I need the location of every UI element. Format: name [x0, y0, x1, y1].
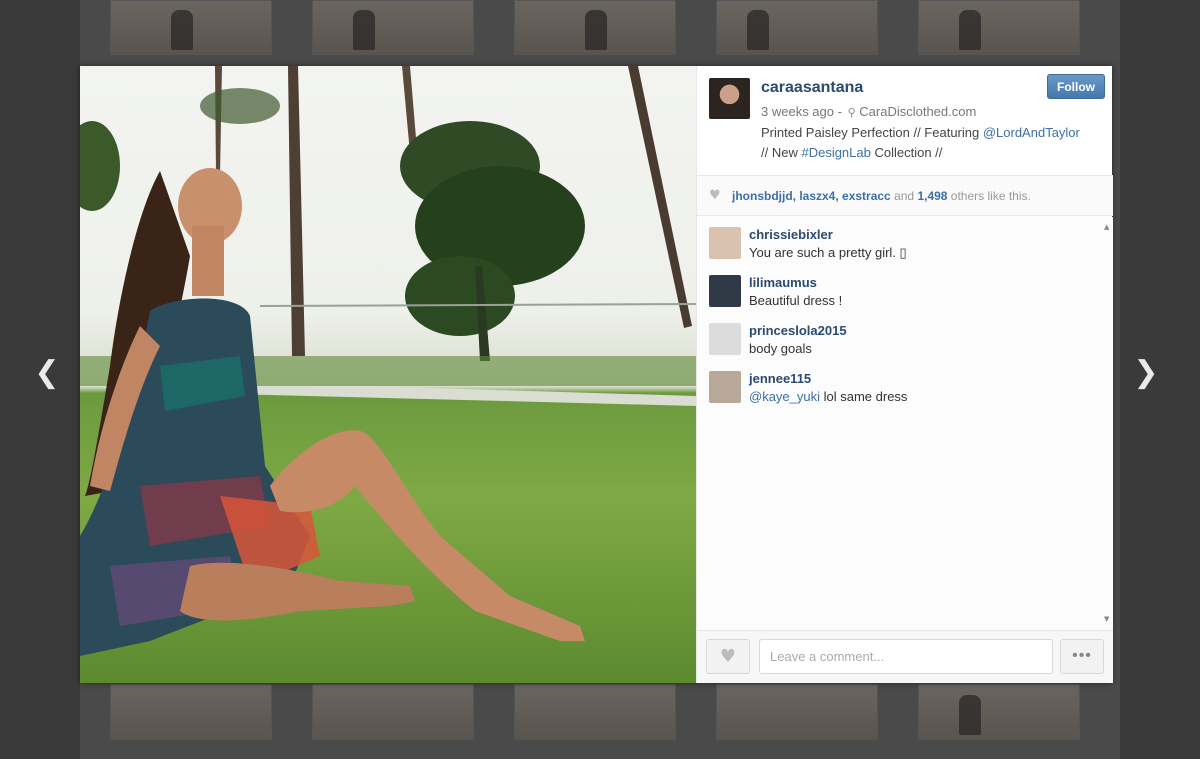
- gallery-thumbnail[interactable]: [312, 684, 474, 740]
- gallery-thumbnail[interactable]: [514, 0, 676, 55]
- caption-mention[interactable]: @LordAndTaylor: [983, 125, 1080, 140]
- post-meta: 3 weeks ago - ⚲ CaraDisclothed.com: [761, 104, 976, 119]
- likes-and: and: [890, 189, 918, 203]
- heart-icon: ♥: [709, 188, 721, 203]
- avatar[interactable]: [709, 227, 741, 259]
- gallery-thumbnail[interactable]: [514, 684, 676, 740]
- comment-text: body goals: [749, 341, 812, 356]
- scroll-up-icon[interactable]: ▲: [1104, 223, 1109, 231]
- post-header: caraasantana 3 weeks ago - ⚲ CaraDisclot…: [697, 66, 1113, 176]
- follow-button[interactable]: Follow: [1047, 74, 1105, 99]
- chevron-right-icon[interactable]: ❯: [1131, 356, 1161, 390]
- likes-users[interactable]: jhonsbdjjd, laszx4, exstracc: [732, 189, 891, 203]
- list-item: princeslola2015 body goals: [709, 323, 1089, 367]
- caption-hashtag[interactable]: #DesignLab: [801, 145, 870, 160]
- comment-mention[interactable]: @kaye_yuki: [749, 389, 820, 404]
- caption-text: Printed Paisley Perfection // Featuring: [761, 125, 983, 140]
- comment-text: You are such a pretty girl. ▯: [749, 245, 907, 260]
- avatar[interactable]: [709, 78, 750, 119]
- scroll-down-icon[interactable]: ▼: [1104, 615, 1109, 623]
- avatar[interactable]: [709, 323, 741, 355]
- post-location[interactable]: CaraDisclothed.com: [859, 104, 976, 119]
- caption-text: Collection //: [870, 145, 943, 160]
- gallery-thumbnail[interactable]: [312, 0, 474, 55]
- meta-separator: -: [837, 104, 846, 119]
- post-username[interactable]: caraasantana: [761, 79, 863, 97]
- more-options-button[interactable]: •••: [1060, 639, 1104, 674]
- post-modal: caraasantana 3 weeks ago - ⚲ CaraDisclot…: [80, 66, 1113, 683]
- post-time: 3 weeks ago: [761, 104, 834, 119]
- comments-scrollbar[interactable]: ▲ ▼: [1104, 223, 1110, 623]
- comment-body: lol same dress: [820, 389, 908, 404]
- likes-bar: ♥ jhonsbdjjd, laszx4, exstracc and 1,498…: [697, 176, 1113, 216]
- caption-text: // New: [761, 145, 802, 160]
- comment-username[interactable]: princeslola2015: [749, 323, 847, 338]
- comment-text: Beautiful dress !: [749, 293, 843, 308]
- comments-list: chrissiebixler You are such a pretty gir…: [697, 217, 1113, 630]
- post-caption: Printed Paisley Perfection // Featuring …: [761, 123, 1106, 163]
- avatar[interactable]: [709, 275, 741, 307]
- comment-username[interactable]: chrissiebixler: [749, 227, 833, 242]
- location-pin-icon: ⚲: [847, 107, 856, 119]
- list-item: jennee115 @kaye_yuki lol same dress: [709, 371, 1089, 415]
- list-item: lilimaumus Beautiful dress !: [709, 275, 1089, 319]
- gallery-thumbnail[interactable]: [110, 684, 272, 740]
- comment-text: @kaye_yuki lol same dress: [749, 389, 907, 404]
- gallery-thumbnail[interactable]: [110, 0, 272, 55]
- post-photo: [80, 66, 696, 683]
- avatar[interactable]: [709, 371, 741, 403]
- gallery-thumbnail[interactable]: [918, 684, 1080, 740]
- chevron-left-icon[interactable]: ❮: [32, 356, 62, 390]
- likes-count[interactable]: 1,498: [917, 189, 947, 203]
- gallery-thumbnail[interactable]: [918, 0, 1080, 55]
- post-sidebar: caraasantana 3 weeks ago - ⚲ CaraDisclot…: [696, 66, 1113, 683]
- gallery-thumbnail[interactable]: [716, 684, 878, 740]
- comment-username[interactable]: lilimaumus: [749, 275, 817, 290]
- heart-icon[interactable]: ♥: [706, 639, 750, 674]
- list-item: chrissiebixler You are such a pretty gir…: [709, 227, 1089, 271]
- comment-composer: ♥ •••: [697, 630, 1113, 683]
- photo-illustration: [80, 66, 696, 656]
- comment-input[interactable]: [759, 639, 1053, 674]
- likes-suffix: others like this.: [947, 189, 1031, 203]
- gallery-thumbnail[interactable]: [716, 0, 878, 55]
- comment-username[interactable]: jennee115: [749, 371, 811, 386]
